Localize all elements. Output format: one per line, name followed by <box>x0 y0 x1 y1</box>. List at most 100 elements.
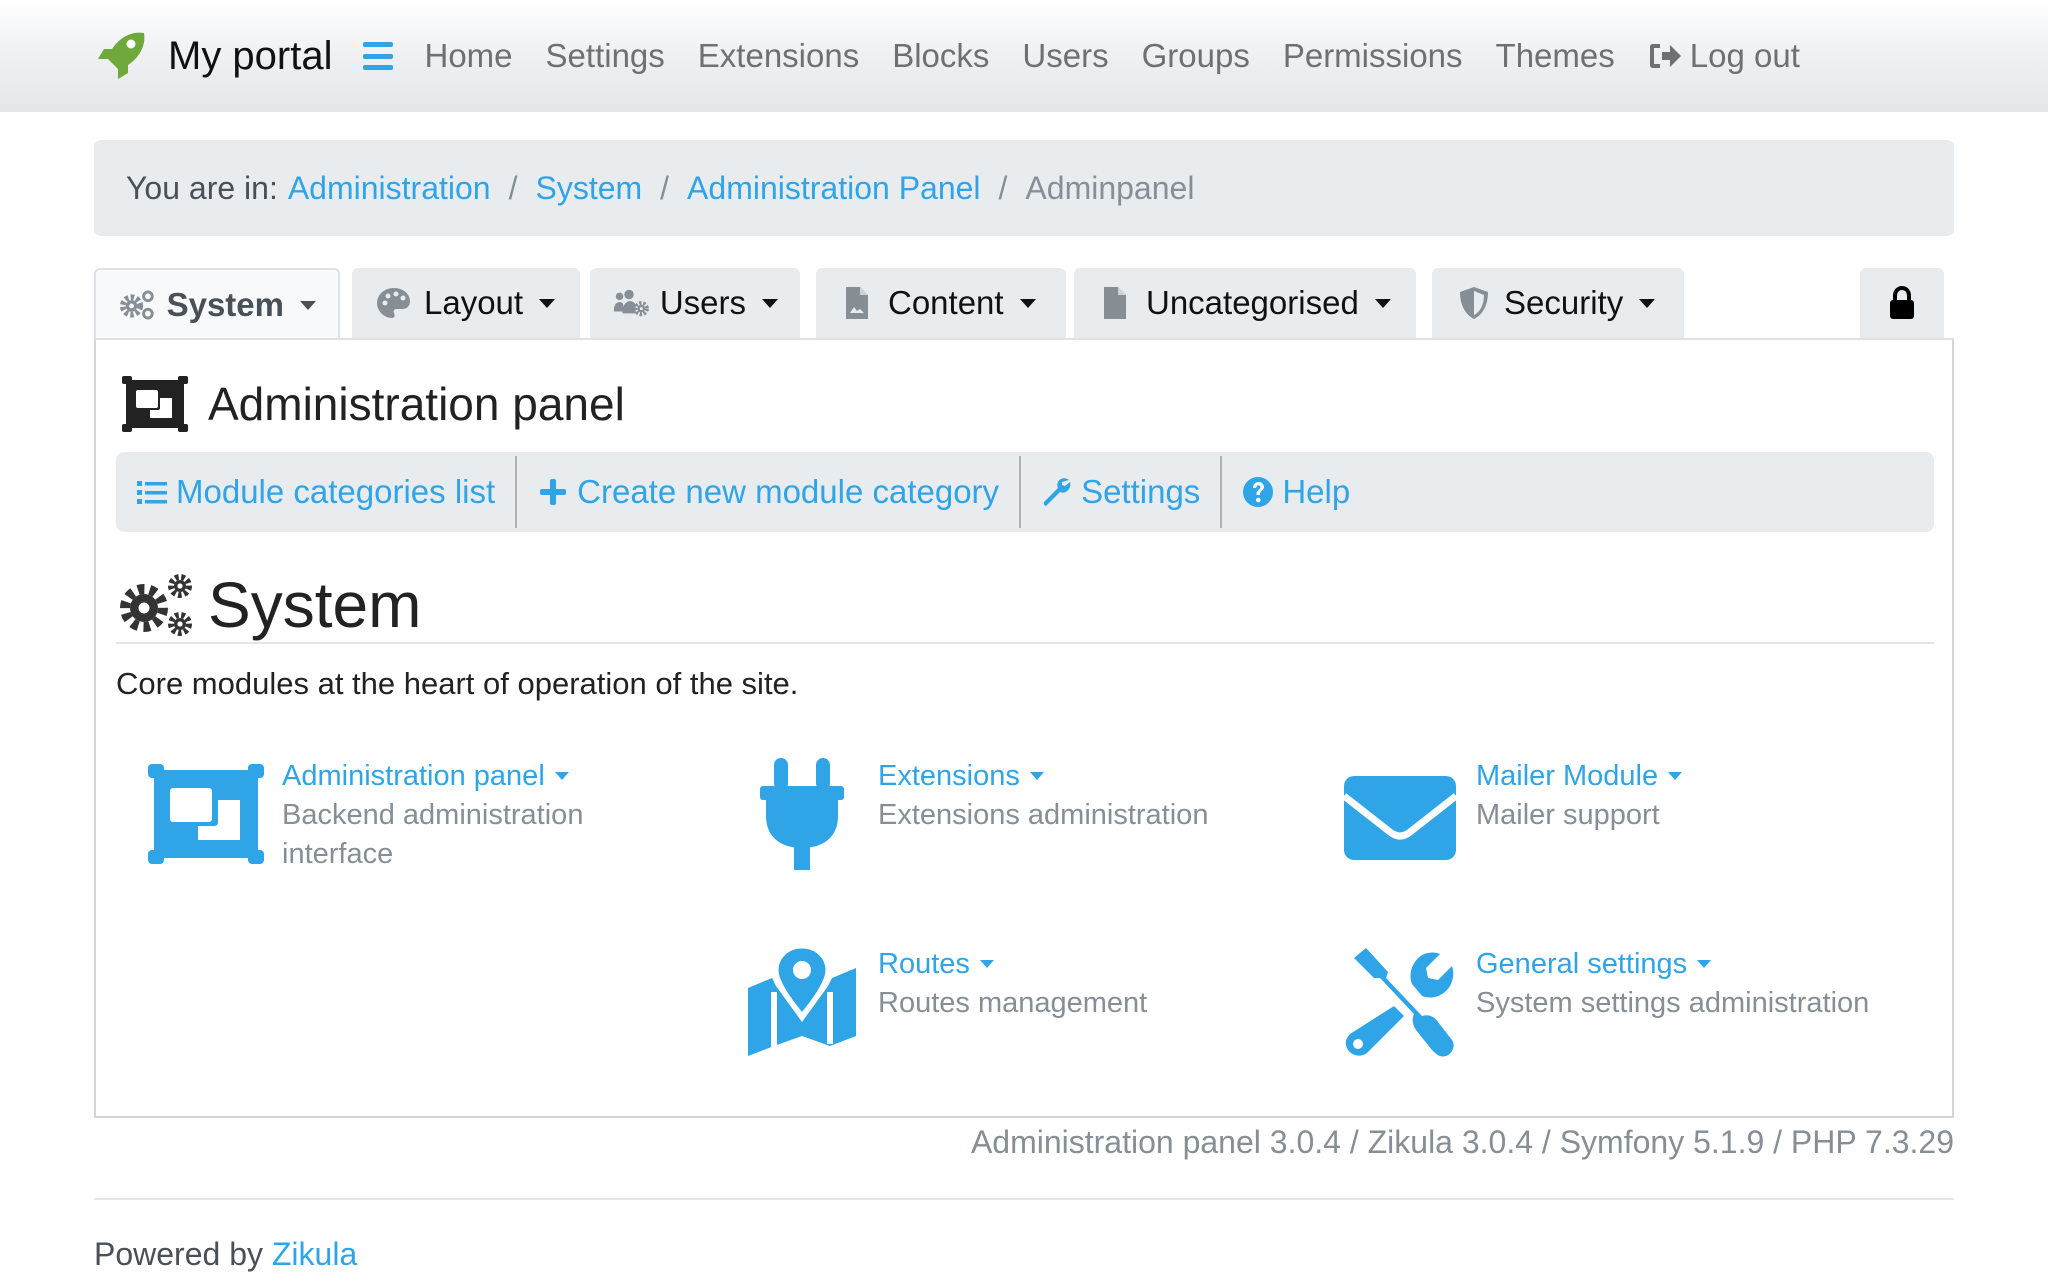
module-icon-link[interactable] <box>1340 756 1460 876</box>
tab-label: Uncategorised <box>1146 284 1359 321</box>
tab-security[interactable]: Security <box>1432 268 1684 338</box>
divider <box>94 1198 1954 1200</box>
section-title: System <box>116 568 421 642</box>
nav-link-home[interactable]: Home <box>425 37 513 75</box>
caret-down-icon <box>300 300 316 310</box>
module-item: Mailer Module Mailer support <box>1340 756 1683 876</box>
caret-down-icon <box>762 298 778 308</box>
tab-label: Layout <box>424 284 524 321</box>
module-item: General settings System settings adminis… <box>1340 944 1869 1064</box>
module-name-link[interactable]: Administration panel <box>282 756 622 796</box>
module-icon-link[interactable] <box>742 756 862 876</box>
nav-link-users[interactable]: Users <box>1022 37 1108 75</box>
shield-icon <box>1460 287 1488 319</box>
wrench-icon <box>1043 478 1071 506</box>
question-circle-icon <box>1243 477 1274 507</box>
action-label: Create new module category <box>577 473 1000 510</box>
menu-toggle-icon[interactable] <box>362 42 393 70</box>
module-name-link[interactable]: Extensions <box>878 756 1208 796</box>
panel-title: Administration panel <box>122 376 625 432</box>
breadcrumb-item-administration[interactable]: Administration <box>288 170 491 207</box>
breadcrumb-item-system[interactable]: System <box>535 170 642 207</box>
settings-link[interactable]: Settings <box>1021 456 1220 528</box>
rocket-icon <box>98 32 145 79</box>
nav-link-blocks[interactable]: Blocks <box>892 37 989 75</box>
panel-title-text: Administration panel <box>208 378 625 430</box>
module-item: Extensions Extensions administration <box>742 756 1208 876</box>
cogs-icon <box>120 574 192 636</box>
divider <box>116 642 1934 644</box>
module-item: Routes Routes management <box>742 944 1147 1064</box>
footer-prefix: Powered by <box>94 1236 263 1272</box>
caret-down-icon <box>539 298 556 308</box>
nav-link-extensions[interactable]: Extensions <box>698 37 859 75</box>
plug-icon <box>760 758 844 870</box>
brand-name: My portal <box>168 33 333 78</box>
tab-users[interactable]: Users <box>590 268 800 338</box>
tab-uncategorised[interactable]: Uncategorised <box>1074 268 1416 338</box>
version-info: Administration panel 3.0.4 / Zikula 3.0.… <box>970 1124 1954 1160</box>
nav-link-permissions[interactable]: Permissions <box>1283 37 1463 75</box>
tools-icon <box>1345 948 1454 1057</box>
logout-label: Log out <box>1689 37 1800 74</box>
envelope-icon <box>1342 776 1458 860</box>
module-description: Mailer support <box>1476 799 1660 831</box>
tab-content[interactable]: Content <box>816 268 1066 338</box>
action-bar: Module categories list Create new module… <box>116 452 1934 532</box>
nav-link-logout[interactable]: Log out <box>1648 37 1800 75</box>
file-icon <box>1104 287 1126 319</box>
zikula-link[interactable]: Zikula <box>272 1236 357 1272</box>
tab-label: System <box>166 286 284 323</box>
caret-down-icon <box>1019 298 1036 308</box>
module-name: Routes <box>878 948 970 980</box>
nav-link-themes[interactable]: Themes <box>1496 37 1615 75</box>
footer: Powered by Zikula <box>94 1236 357 1273</box>
create-module-category-link[interactable]: Create new module category <box>517 456 1019 528</box>
module-name: Mailer Module <box>1476 760 1659 792</box>
caret-down-icon <box>1668 772 1683 780</box>
category-tabs: System Layout Users Content Uncategorise… <box>94 268 1954 340</box>
breadcrumb: You are in: Administration / System / Ad… <box>94 140 1954 236</box>
breadcrumb-separator: / <box>660 169 670 206</box>
nav-link-settings[interactable]: Settings <box>546 37 665 75</box>
brand[interactable]: My portal <box>94 29 363 83</box>
tab-system[interactable]: System <box>94 268 340 340</box>
module-name: General settings <box>1476 948 1688 980</box>
module-name: Administration panel <box>282 760 545 792</box>
section-description: Core modules at the heart of operation o… <box>116 666 799 701</box>
file-image-icon <box>846 287 868 319</box>
caret-down-icon <box>1374 298 1391 308</box>
top-navbar: My portal Home Settings Extensions Block… <box>0 0 2048 112</box>
module-name-link[interactable]: General settings <box>1476 944 1869 984</box>
admin-panel: Administration panel Module categories l… <box>94 338 1954 1118</box>
caret-down-icon <box>1639 298 1656 308</box>
tab-label: Security <box>1504 284 1624 321</box>
tab-layout[interactable]: Layout <box>352 268 580 338</box>
caret-down-icon <box>1697 960 1712 968</box>
cogs-icon <box>119 290 154 320</box>
action-label: Module categories list <box>176 473 496 510</box>
module-description: Backend administration interface <box>282 799 584 870</box>
module-icon-link[interactable] <box>742 944 862 1064</box>
palette-icon <box>377 288 410 318</box>
module-icon-link[interactable] <box>1340 944 1460 1064</box>
nav-links: Home Settings Extensions Blocks Users Gr… <box>425 37 1833 75</box>
breadcrumb-separator: / <box>508 169 518 206</box>
action-label: Settings <box>1081 473 1201 510</box>
module-item: Administration panel Backend administrat… <box>146 756 622 876</box>
section-title-text: System <box>208 569 422 641</box>
module-categories-list-link[interactable]: Module categories list <box>116 456 515 528</box>
module-name-link[interactable]: Mailer Module <box>1476 756 1683 796</box>
users-cog-icon <box>613 289 649 317</box>
tab-label: Content <box>888 284 1004 321</box>
module-name-link[interactable]: Routes <box>878 944 1147 984</box>
lock-icon <box>1890 286 1914 319</box>
breadcrumb-item-administration-panel[interactable]: Administration Panel <box>687 170 980 207</box>
module-name: Extensions <box>878 760 1020 792</box>
module-description: System settings administration <box>1476 987 1870 1019</box>
lock-tab[interactable] <box>1860 268 1944 338</box>
nav-link-groups[interactable]: Groups <box>1142 37 1250 75</box>
caret-down-icon <box>979 960 994 968</box>
module-icon-link[interactable] <box>146 756 266 876</box>
help-link[interactable]: Help <box>1222 456 1370 528</box>
